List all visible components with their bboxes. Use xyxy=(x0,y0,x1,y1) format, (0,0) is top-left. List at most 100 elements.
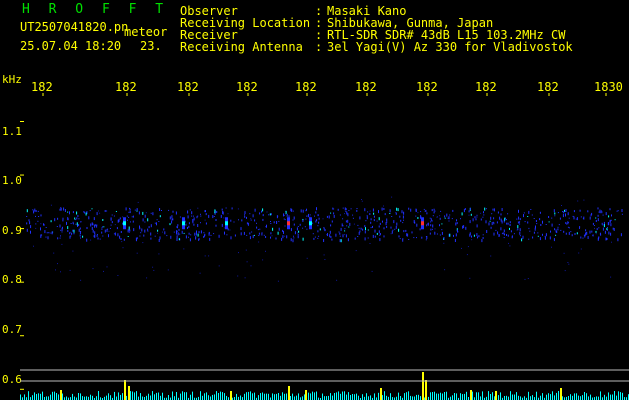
level-bar xyxy=(578,395,579,400)
noise-speck xyxy=(118,218,120,222)
noise-speck xyxy=(529,230,531,232)
level-bar xyxy=(614,391,615,400)
level-bar xyxy=(186,392,187,400)
noise-speck xyxy=(94,224,96,228)
level-bar xyxy=(184,392,185,400)
noise-speck xyxy=(277,231,279,235)
level-bar xyxy=(162,392,163,400)
noise-speck xyxy=(263,234,265,236)
noise-speck xyxy=(545,224,547,225)
noise-speck xyxy=(50,232,52,234)
level-bar xyxy=(384,391,385,400)
noise-speck xyxy=(327,233,328,237)
noise-speck xyxy=(293,237,295,239)
level-bar-peak xyxy=(380,388,382,400)
noise-speck xyxy=(94,234,96,238)
noise-speck xyxy=(449,233,451,237)
noise-speck xyxy=(493,222,495,225)
noise-speck xyxy=(96,234,98,235)
level-bar xyxy=(498,395,499,400)
noise-speck xyxy=(178,228,180,231)
noise-speck xyxy=(357,236,359,237)
noise-speck xyxy=(162,231,163,233)
level-bar xyxy=(314,392,315,400)
noise-speck xyxy=(203,236,205,238)
noise-speck xyxy=(83,211,84,213)
noise-speck xyxy=(204,233,206,236)
noise-speck xyxy=(35,223,37,225)
noise-speck xyxy=(286,235,288,239)
noise-speck xyxy=(89,210,91,212)
noise-speck xyxy=(347,213,349,217)
noise-speck xyxy=(76,217,78,220)
noise-speck xyxy=(129,207,130,209)
level-bar xyxy=(280,395,281,400)
level-bar xyxy=(324,396,325,400)
noise-speck xyxy=(92,268,94,270)
noise-speck xyxy=(563,252,565,254)
noise-speck xyxy=(346,225,348,227)
level-bar xyxy=(92,395,93,400)
noise-speck xyxy=(136,252,138,254)
noise-speck xyxy=(453,234,454,237)
noise-speck xyxy=(465,226,467,230)
noise-speck xyxy=(519,223,521,225)
noise-speck xyxy=(122,216,124,218)
noise-speck xyxy=(67,230,69,232)
noise-speck xyxy=(362,228,364,231)
noise-speck xyxy=(110,224,112,226)
noise-speck xyxy=(154,222,156,224)
noise-speck xyxy=(602,224,604,226)
noise-speck xyxy=(345,234,347,238)
level-bar xyxy=(552,391,553,400)
noise-speck xyxy=(398,235,400,238)
noise-speck xyxy=(224,231,225,235)
noise-speck xyxy=(147,228,149,231)
noise-speck xyxy=(189,238,191,242)
noise-speck xyxy=(563,211,565,214)
noise-speck xyxy=(330,212,332,214)
noise-speck xyxy=(613,228,615,231)
noise-speck xyxy=(45,236,47,238)
noise-speck xyxy=(478,235,480,238)
noise-speck xyxy=(203,232,205,234)
noise-speck xyxy=(258,232,260,235)
noise-speck xyxy=(378,210,379,214)
noise-speck xyxy=(152,212,154,216)
level-bar xyxy=(328,395,329,400)
level-bar xyxy=(416,394,417,400)
level-bar xyxy=(462,394,463,400)
noise-speck xyxy=(138,211,140,215)
noise-speck xyxy=(297,226,299,227)
level-bar xyxy=(250,391,251,400)
noise-speck xyxy=(86,227,88,229)
noise-speck xyxy=(549,236,551,240)
noise-speck xyxy=(517,225,519,229)
level-bar xyxy=(340,393,341,400)
noise-speck xyxy=(128,226,130,230)
noise-speck xyxy=(122,247,124,249)
noise-speck xyxy=(415,215,417,217)
level-bar-peak xyxy=(128,386,130,400)
noise-speck xyxy=(245,249,247,251)
noise-speck xyxy=(516,229,518,231)
level-bar xyxy=(500,392,501,400)
noise-speck xyxy=(527,216,529,217)
noise-speck xyxy=(534,227,536,231)
noise-speck xyxy=(324,259,326,260)
noise-speck xyxy=(26,222,28,225)
level-bar xyxy=(180,393,181,400)
noise-speck xyxy=(495,229,497,231)
noise-speck xyxy=(129,208,131,211)
noise-speck xyxy=(600,233,602,236)
noise-speck xyxy=(250,218,252,220)
noise-speck xyxy=(171,220,173,224)
noise-speck xyxy=(166,235,168,237)
level-bar xyxy=(494,396,495,400)
level-bar xyxy=(190,394,191,400)
noise-speck xyxy=(214,212,216,214)
noise-speck xyxy=(154,235,156,237)
noise-speck xyxy=(353,223,355,225)
noise-speck xyxy=(326,215,328,218)
noise-speck xyxy=(431,209,433,212)
